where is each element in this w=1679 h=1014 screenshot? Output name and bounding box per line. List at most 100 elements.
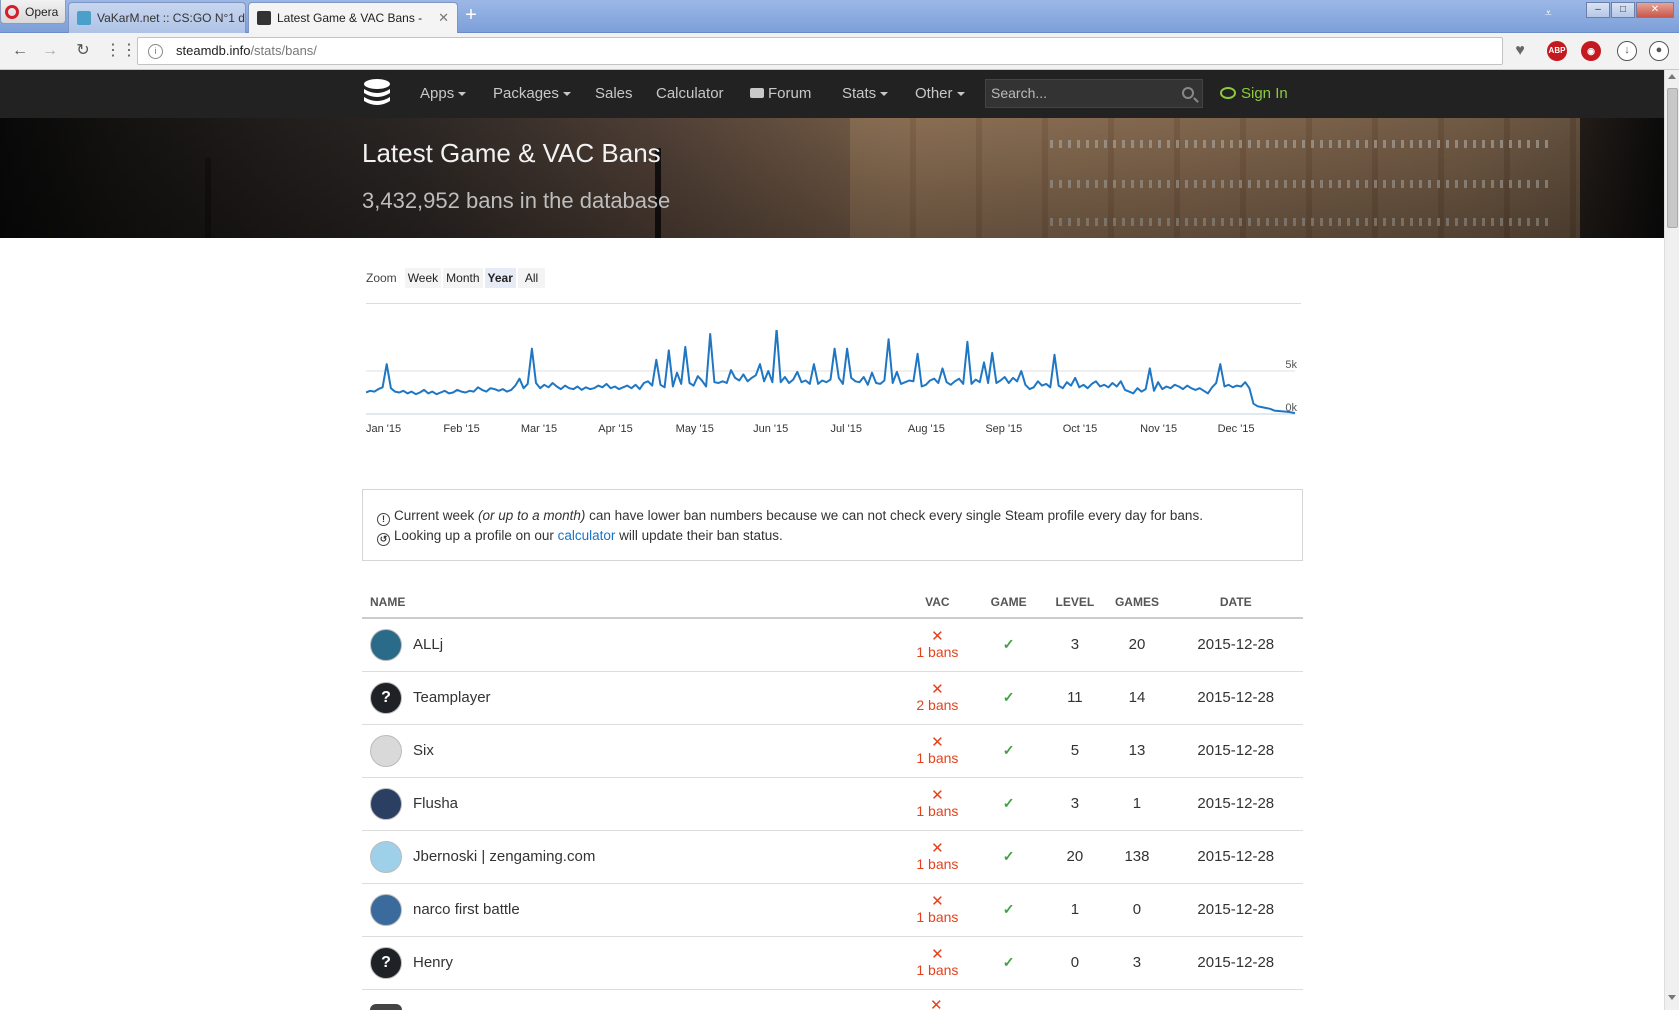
column-header-name[interactable]: NAME: [362, 586, 902, 619]
vac-ban-mark: ✕: [931, 733, 944, 751]
games-cell: 20: [1105, 618, 1169, 672]
bans-table-body: ALLj ✕ 1 bans ✓ 3 20 2015-12-28? Teamplayer ✕ 2 b…: [362, 618, 1303, 990]
player-name-link[interactable]: Six: [413, 741, 434, 758]
zoom-week-button[interactable]: Week: [404, 268, 442, 288]
avatar[interactable]: [370, 893, 402, 926]
vac-cell: ✕ 1 bans: [901, 883, 974, 937]
table-row[interactable]: ? Henry ✕ 1 bans ✓ 0 3 2015-12-28: [362, 936, 1303, 990]
level-cell: 3: [1044, 777, 1106, 831]
search-icon[interactable]: [1182, 87, 1194, 99]
nav-forum[interactable]: Forum: [750, 85, 811, 102]
search-input[interactable]: Search...: [985, 79, 1203, 108]
account-icon[interactable]: ●: [1649, 41, 1669, 61]
url-field[interactable]: i steamdb.info/stats/bans/: [137, 37, 1503, 65]
page-title: Latest Game & VAC Bans: [362, 138, 661, 168]
avatar[interactable]: ?: [370, 946, 402, 979]
game-ban-cell: ✓: [973, 830, 1045, 884]
minimize-button[interactable]: –: [1586, 2, 1610, 18]
player-cell: ? Henry: [362, 936, 902, 990]
zoom-label: Zoom: [366, 271, 397, 285]
level-cell: 11: [1044, 671, 1106, 725]
avatar[interactable]: [370, 787, 402, 820]
tab-menu-icon[interactable]: ⩡: [1545, 6, 1559, 20]
player-name-link[interactable]: narco first battle: [413, 900, 520, 917]
avatar[interactable]: ?: [370, 681, 402, 714]
ban-count-series-line[interactable]: [366, 330, 1296, 415]
date-cell: 2015-12-28: [1168, 883, 1303, 937]
close-tab-icon[interactable]: ✕: [438, 10, 449, 26]
table-row[interactable]: Jbernoski | zengaming.com ✕ 1 bans ✓ 20 138 20…: [362, 830, 1303, 884]
games-cell: 13: [1105, 724, 1169, 778]
column-header-vac[interactable]: VAC: [901, 586, 974, 619]
table-row[interactable]: ALLj ✕ 1 bans ✓ 3 20 2015-12-28: [362, 618, 1303, 672]
bans-line-chart[interactable]: 10k5k0kJan '15Feb '15Mar '15Apr '15May '…: [366, 330, 1301, 470]
downloads-icon[interactable]: ↓: [1617, 41, 1637, 61]
vac-ban-mark: ✕: [931, 786, 944, 804]
tab-steamdb-bans[interactable]: Latest Game & VAC Bans - ✕: [248, 2, 458, 33]
avatar[interactable]: [370, 628, 402, 661]
nav-forum-label: Forum: [768, 85, 812, 102]
site-info-icon[interactable]: i: [148, 44, 163, 59]
avatar[interactable]: [370, 840, 402, 873]
page-scrollbar[interactable]: [1664, 70, 1679, 1010]
nav-sales-label: Sales: [595, 85, 633, 102]
nav-calculator[interactable]: Calculator: [656, 85, 724, 102]
table-row[interactable]: narco first battle ✕ 1 bans ✓ 1 0 2015-12-28: [362, 883, 1303, 937]
bookmark-heart-icon[interactable]: ♥: [1509, 40, 1531, 62]
column-header-level[interactable]: LEVEL: [1044, 586, 1106, 619]
nav-apps-label: Apps: [420, 85, 455, 102]
close-window-button[interactable]: ✕: [1636, 2, 1674, 18]
chevron-down-icon: [880, 92, 889, 97]
sign-in-link[interactable]: Sign In: [1220, 85, 1288, 102]
nav-stats[interactable]: Stats: [842, 85, 889, 102]
vac-ban-mark: ✕: [931, 627, 944, 645]
tab-vakarm[interactable]: VaKarM.net :: CS:GO N°1 d ✕: [68, 2, 246, 33]
zoom-year-button[interactable]: Year: [484, 268, 516, 288]
game-ban-cell: ✓: [973, 618, 1045, 672]
speed-dial-icon[interactable]: ⋮⋮: [105, 40, 137, 62]
table-row[interactable]: Flusha ✕ 1 bans ✓ 3 1 2015-12-28: [362, 777, 1303, 831]
player-name-link[interactable]: Henry: [413, 953, 453, 970]
player-name-link[interactable]: Jbernoski | zengaming.com: [413, 847, 595, 864]
back-icon[interactable]: ←: [9, 40, 31, 62]
scroll-up-icon[interactable]: [1668, 74, 1676, 79]
player-cell: Flusha: [362, 777, 902, 831]
game-ban-check: ✓: [1002, 795, 1015, 811]
player-name-link[interactable]: Flusha: [413, 794, 458, 811]
vac-ban-count: 1 bans: [916, 643, 959, 660]
address-toolbar: ← → ↻ ⋮⋮ i steamdb.info/stats/bans/ ♥ AB…: [0, 33, 1679, 70]
page-subtitle: 3,432,952 bans in the database: [362, 188, 671, 213]
scrollbar-thumb[interactable]: [1667, 88, 1678, 228]
nav-packages[interactable]: Packages: [493, 85, 571, 102]
column-header-games[interactable]: GAMES: [1105, 586, 1169, 619]
nav-apps[interactable]: Apps: [420, 85, 467, 102]
date-cell: 2015-12-28: [1168, 724, 1303, 778]
column-header-date[interactable]: DATE: [1168, 586, 1303, 619]
zoom-all-button[interactable]: All: [517, 268, 546, 288]
player-name-link[interactable]: ALLj: [413, 636, 443, 653]
notice-line2-text-a: Looking up a profile on our: [394, 528, 558, 543]
reload-icon[interactable]: ↻: [72, 40, 94, 62]
opera-menu-button[interactable]: Opera: [0, 0, 66, 24]
table-row[interactable]: ? Teamplayer ✕ 2 bans ✓ 11 14 2015-12-28: [362, 671, 1303, 725]
games-cell: 1: [1105, 777, 1169, 831]
zoom-month-button[interactable]: Month: [443, 268, 483, 288]
chevron-down-icon: [458, 92, 467, 97]
scroll-down-icon[interactable]: [1668, 995, 1676, 1000]
date-cell: 2015-12-28: [1168, 936, 1303, 990]
table-row[interactable]: Six ✕ 1 bans ✓ 5 13 2015-12-28: [362, 724, 1303, 778]
avatar[interactable]: [370, 734, 402, 767]
maximize-button[interactable]: □: [1611, 2, 1635, 18]
new-tab-button[interactable]: +: [460, 5, 482, 26]
column-header-game[interactable]: GAME: [973, 586, 1045, 619]
forward-icon[interactable]: →: [39, 40, 61, 62]
adblock-plus-icon[interactable]: ABP: [1547, 41, 1567, 61]
calculator-link[interactable]: calculator: [558, 528, 616, 543]
nav-other[interactable]: Other: [915, 85, 965, 102]
player-name-link[interactable]: Teamplayer: [413, 688, 491, 705]
vac-cell: ✕ 1 bans: [901, 830, 974, 884]
steamdb-logo-icon[interactable]: [362, 78, 392, 110]
ublock-icon[interactable]: ◉: [1581, 41, 1601, 61]
nav-sales[interactable]: Sales: [595, 85, 633, 102]
vac-cell: ✕ 1 bans: [901, 618, 974, 672]
